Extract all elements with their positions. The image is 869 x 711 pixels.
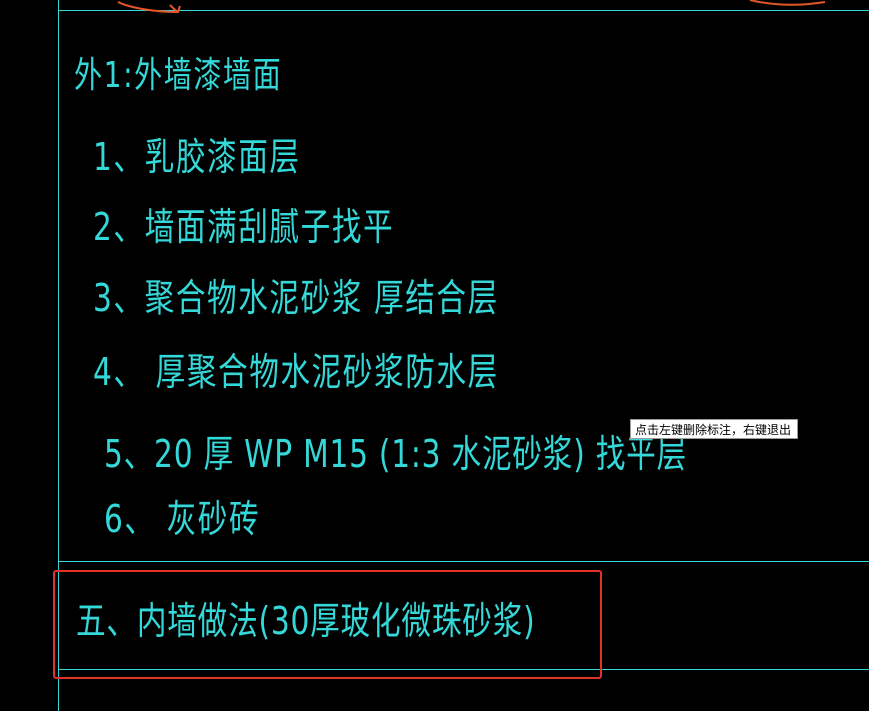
layer-item-3: 3、聚合物水泥砂浆 厚结合层 (93, 276, 499, 320)
layer-item-5: 5、20 厚 WP M15 (1:3 水泥砂浆) 找平层 (104, 432, 688, 476)
layer-item-1: 1、乳胶漆面层 (93, 135, 301, 179)
drawing-title: 外1:外墙漆墙面 (74, 55, 283, 96)
cad-drawing-canvas[interactable]: 外1:外墙漆墙面 1、乳胶漆面层 2、墙面满刮腻子找平 3、聚合物水泥砂浆 厚结… (0, 0, 869, 711)
command-prompt-tooltip: 点击左键删除标注，右键退出 (630, 419, 799, 439)
orange-sketch-mark (117, 0, 826, 14)
layer-item-4: 4、 厚聚合物水泥砂浆防水层 (93, 350, 499, 394)
layer-item-2: 2、墙面满刮腻子找平 (93, 205, 395, 249)
annotation-highlight-box (53, 570, 602, 679)
frame-line-middle (58, 561, 869, 562)
layer-item-6: 6、 灰砂砖 (104, 497, 261, 541)
